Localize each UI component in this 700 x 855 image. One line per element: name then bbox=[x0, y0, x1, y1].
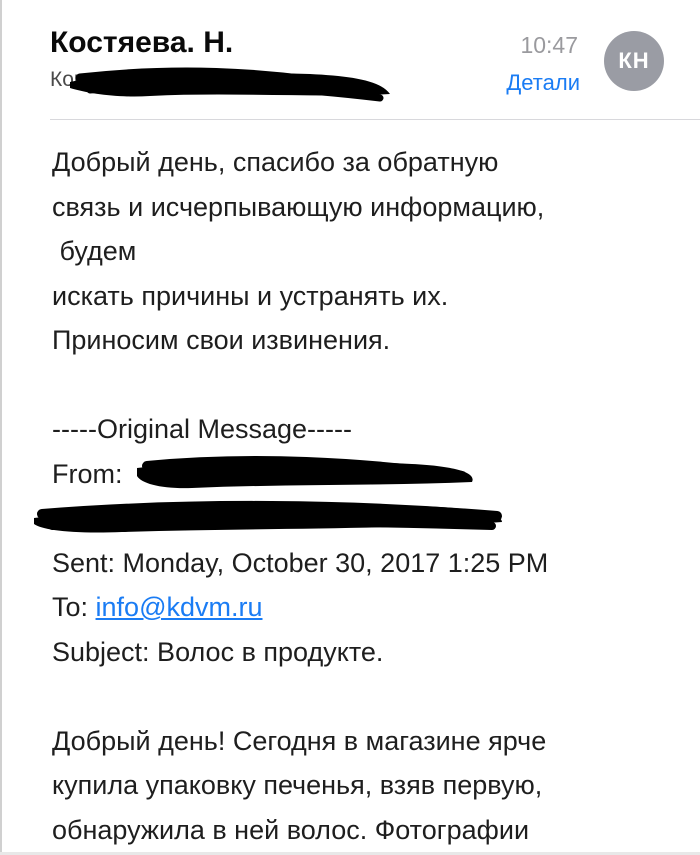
from-email-redaction bbox=[34, 500, 502, 533]
reply-line: будем bbox=[52, 236, 137, 266]
to-label: Кому: bbox=[50, 68, 105, 91]
original-from-row: From: bbox=[52, 452, 682, 497]
recipient-email-link[interactable]: info@kdvm.ru bbox=[96, 592, 263, 622]
original-to-row: To: info@kdvm.ru bbox=[52, 585, 682, 630]
header-divider bbox=[50, 119, 700, 120]
from-label: From: bbox=[52, 458, 123, 489]
original-body-line: Добрый день! Сегодня в магазине ярче bbox=[52, 725, 547, 756]
original-from-email-row bbox=[34, 496, 682, 541]
reply-line: Добрый день, спасибо за обратную bbox=[52, 147, 499, 177]
reply-line: искать причины и устранять их. bbox=[52, 280, 449, 311]
original-message-header: -----Original Message----- bbox=[52, 414, 353, 444]
message-time: 10:47 bbox=[520, 32, 578, 58]
original-sent-row: Sent: Monday, October 30, 2017 1:25 PM bbox=[52, 547, 549, 578]
to-label-original: To: bbox=[52, 592, 96, 622]
original-subject-row: Subject: Волос в продукте. bbox=[52, 636, 384, 667]
left-edge bbox=[0, 0, 2, 855]
details-link[interactable]: Детали bbox=[506, 70, 580, 96]
reply-line: Приносим свои извинения. bbox=[52, 325, 391, 355]
from-name-redaction bbox=[137, 455, 473, 488]
message-header: Костяева. Н. Кому: 10:47 Детали КН bbox=[0, 0, 700, 120]
recipient-row: Кому: bbox=[50, 68, 105, 92]
original-body-line: обнаружила в ней волос. Фотографии bbox=[52, 814, 530, 845]
sender-name[interactable]: Костяева. Н. bbox=[50, 26, 233, 60]
recipient-redaction bbox=[70, 67, 390, 102]
message-body: Добрый день, спасибо за обратную связь и… bbox=[34, 140, 682, 852]
original-body-line: купила упаковку печенья, взяв первую, bbox=[52, 770, 543, 800]
sender-avatar[interactable]: КН bbox=[604, 31, 664, 91]
reply-line: связь и исчерпывающую информацию, bbox=[52, 191, 545, 222]
